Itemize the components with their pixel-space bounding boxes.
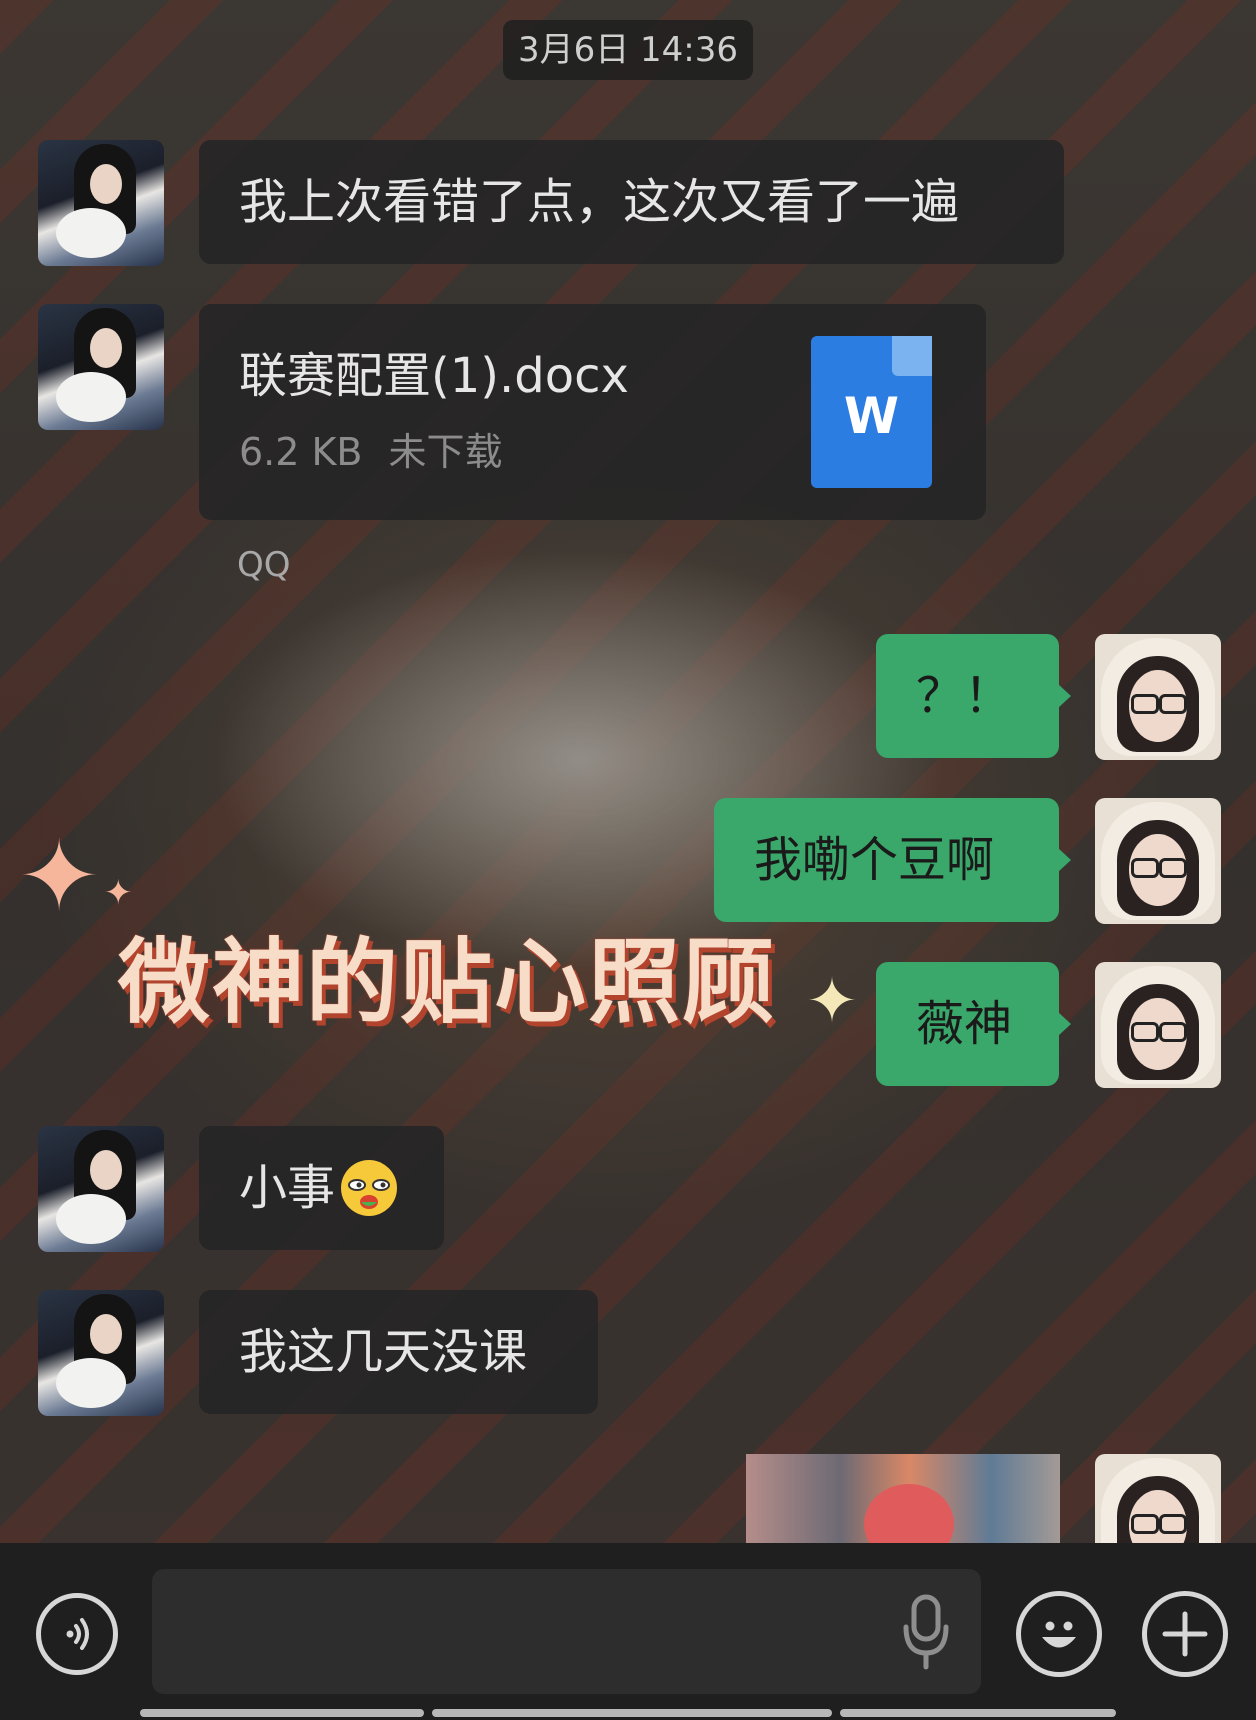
- sent-message-bubble[interactable]: 我嘞个豆啊: [714, 798, 1071, 922]
- sparkle-icon: ✦: [104, 873, 133, 913]
- sticker-caption: 微神的贴心照顾: [118, 929, 777, 1036]
- navigation-bar-segment: [140, 1709, 424, 1717]
- message-text: ？！: [916, 668, 1013, 724]
- microphone-button[interactable]: [898, 1591, 954, 1675]
- contact-avatar[interactable]: [38, 1126, 164, 1252]
- emoji-button[interactable]: [1016, 1591, 1102, 1677]
- sent-message-bubble[interactable]: ？！: [876, 634, 1071, 758]
- received-message-bubble[interactable]: 我上次看错了点，这次又看了一遍: [199, 140, 1064, 264]
- file-source-label: QQ: [237, 545, 291, 585]
- word-icon-letter: W: [843, 387, 900, 445]
- file-message-card[interactable]: 联赛配置(1).docx 6.2 KB 未下载 W: [199, 304, 986, 520]
- navigation-bar-segment: [840, 1709, 1116, 1717]
- chat-input-bar: [0, 1543, 1256, 1720]
- navigation-bar-segment: [432, 1709, 832, 1717]
- file-download-status: 未下载: [388, 430, 503, 474]
- chat-message-list[interactable]: 3月6日 14:36 我上次看错了点，这次又看了一遍 联赛配置(1).docx …: [0, 0, 1256, 1543]
- message-text: 薇神: [916, 996, 1013, 1052]
- plus-icon: [1162, 1611, 1208, 1657]
- my-avatar[interactable]: [1095, 1454, 1221, 1543]
- file-meta: 6.2 KB 未下载: [239, 430, 503, 474]
- contact-avatar[interactable]: [38, 1290, 164, 1416]
- word-document-icon: W: [811, 336, 932, 488]
- sparkle-icon: ✦: [806, 964, 858, 1037]
- my-avatar[interactable]: [1095, 798, 1221, 924]
- received-message-bubble[interactable]: 小事: [199, 1126, 444, 1250]
- emoji-icon: [1042, 1621, 1076, 1648]
- message-text: 小事: [239, 1160, 336, 1216]
- microphone-icon: [903, 1594, 949, 1670]
- voice-toggle-icon: [66, 1618, 89, 1650]
- message-text: 我上次看错了点，这次又看了一遍: [239, 174, 960, 230]
- message-input[interactable]: [152, 1569, 981, 1694]
- contact-avatar[interactable]: [38, 140, 164, 266]
- my-avatar[interactable]: [1095, 962, 1221, 1088]
- received-message-bubble[interactable]: 我这几天没课: [199, 1290, 598, 1414]
- voice-toggle-button[interactable]: [36, 1593, 118, 1675]
- message-text: 我这几天没课: [239, 1324, 528, 1380]
- emoji-face-icon: [341, 1160, 398, 1216]
- sent-message-bubble[interactable]: 薇神: [876, 962, 1071, 1086]
- sparkle-icon: ✦: [18, 820, 101, 934]
- file-name: 联赛配置(1).docx: [239, 348, 629, 404]
- message-text: 我嘞个豆啊: [754, 832, 995, 888]
- more-actions-button[interactable]: [1142, 1591, 1228, 1677]
- message-timestamp: 3月6日 14:36: [503, 20, 753, 80]
- file-size: 6.2 KB: [239, 430, 363, 474]
- contact-avatar[interactable]: [38, 304, 164, 430]
- image-message-thumbnail[interactable]: [746, 1454, 1060, 1543]
- my-avatar[interactable]: [1095, 634, 1221, 760]
